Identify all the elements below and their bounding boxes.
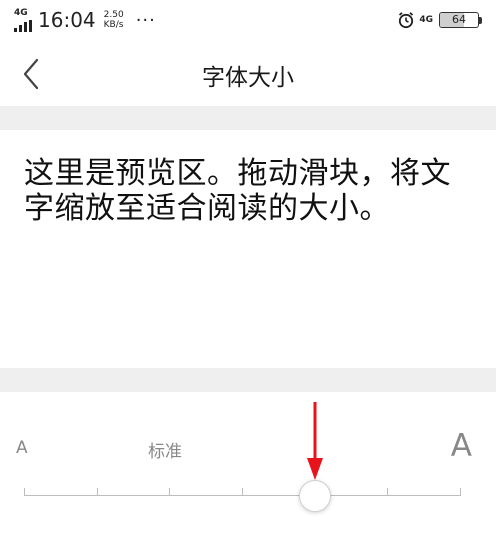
slider-tick[interactable] bbox=[169, 488, 171, 496]
preview-text: 这里是预览区。拖动滑块，将文字缩放至适合阅读的大小。 bbox=[24, 156, 451, 226]
more-notifications-icon: ··· bbox=[135, 9, 156, 31]
slider-tick[interactable] bbox=[460, 488, 461, 496]
slider-tick[interactable] bbox=[387, 488, 389, 496]
status-time: 16:04 bbox=[38, 8, 96, 32]
status-right: 4G 64 bbox=[397, 11, 482, 29]
battery-cap bbox=[479, 16, 482, 24]
status-left: 4G 16:04 2.50 KB/s ··· bbox=[14, 8, 156, 32]
signal-bars bbox=[14, 20, 32, 32]
slider-tick[interactable] bbox=[24, 488, 25, 496]
alarm-clock-icon bbox=[399, 12, 414, 29]
network-speed-unit: KB/s bbox=[103, 20, 124, 30]
slider-tick[interactable] bbox=[242, 488, 243, 496]
battery-body: 64 bbox=[439, 12, 479, 28]
network-type-label: 4G bbox=[419, 15, 433, 25]
small-size-label: A bbox=[16, 438, 28, 458]
signal-label: 4G bbox=[14, 8, 28, 18]
battery-percent: 64 bbox=[452, 13, 466, 26]
network-speed: 2.50 KB/s bbox=[104, 10, 124, 30]
standard-size-label: 标准 bbox=[148, 442, 182, 462]
slider-thumb[interactable] bbox=[298, 480, 331, 512]
large-size-label: A bbox=[450, 428, 472, 464]
slider-tick[interactable] bbox=[96, 488, 98, 496]
bottom-separator bbox=[0, 368, 496, 392]
status-bar: 4G 16:04 2.50 KB/s ··· 4G 64 bbox=[0, 0, 496, 40]
title-bar: 字体大小 bbox=[0, 40, 496, 106]
signal-icon: 4G bbox=[14, 8, 34, 32]
page-title: 字体大小 bbox=[202, 65, 294, 91]
font-size-slider-panel bbox=[0, 392, 496, 537]
battery-icon: 64 bbox=[439, 12, 482, 28]
network-speed-value: 2.50 bbox=[103, 10, 124, 20]
top-separator bbox=[0, 106, 496, 130]
